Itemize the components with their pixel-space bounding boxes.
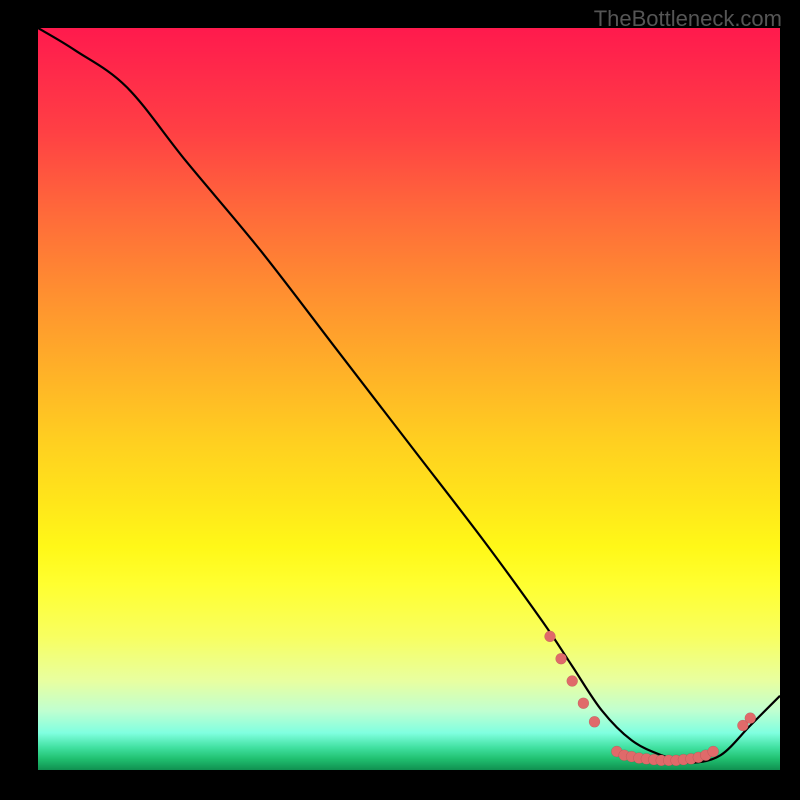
marker-point <box>589 716 600 727</box>
marker-point <box>545 631 556 642</box>
curve-layer <box>38 28 780 770</box>
marker-point <box>567 676 578 687</box>
marker-point <box>708 746 719 757</box>
bottleneck-curve <box>38 28 780 763</box>
watermark-text: TheBottleneck.com <box>594 6 782 32</box>
marker-point <box>556 653 567 664</box>
marker-point <box>745 713 756 724</box>
chart-container: TheBottleneck.com <box>0 0 800 800</box>
marker-point <box>578 698 589 709</box>
curve-markers <box>545 631 756 766</box>
plot-area <box>38 28 780 770</box>
